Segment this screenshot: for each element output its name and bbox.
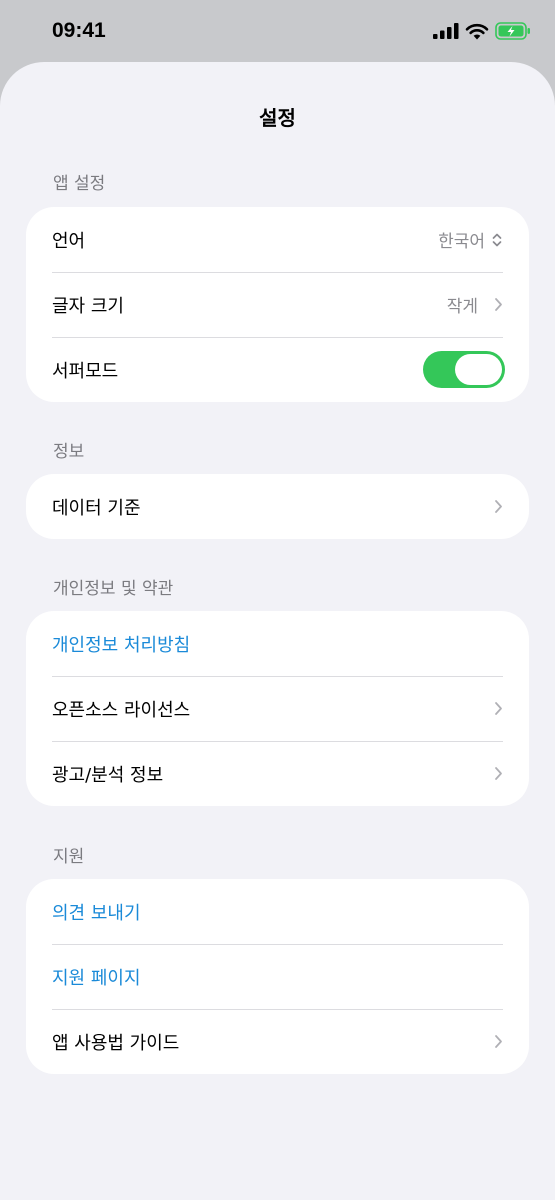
chevron-right-icon xyxy=(494,297,503,312)
app-settings-group: 언어 한국어 글자 크기 작게 서퍼모드 xyxy=(26,207,529,402)
info-group: 데이터 기준 xyxy=(26,474,529,539)
section-header-app-settings: 앱 설정 xyxy=(53,174,106,194)
support-page-row[interactable]: 지원 페이지 xyxy=(26,944,529,1009)
chevron-right-icon xyxy=(494,701,503,716)
status-time: 09:41 xyxy=(52,19,106,42)
surfer-mode-row: 서퍼모드 xyxy=(26,337,529,402)
chevron-up-down-icon xyxy=(491,232,503,248)
section-header-info: 정보 xyxy=(53,442,85,462)
data-source-label: 데이터 기준 xyxy=(52,497,141,519)
surfer-mode-label: 서퍼모드 xyxy=(52,360,119,382)
open-source-label: 오픈소스 라이선스 xyxy=(52,699,191,721)
chevron-right-icon xyxy=(494,499,503,514)
send-feedback-row[interactable]: 의견 보내기 xyxy=(26,879,529,944)
section-header-privacy: 개인정보 및 약관 xyxy=(53,579,174,599)
user-guide-label: 앱 사용법 가이드 xyxy=(52,1032,180,1054)
data-source-row[interactable]: 데이터 기준 xyxy=(26,474,529,539)
wifi-icon xyxy=(465,23,489,39)
privacy-policy-link[interactable]: 개인정보 처리방침 xyxy=(52,631,503,657)
privacy-policy-row[interactable]: 개인정보 처리방침 xyxy=(26,611,529,676)
language-row[interactable]: 언어 한국어 xyxy=(26,207,529,272)
page-title: 설정 xyxy=(259,106,296,130)
language-label: 언어 xyxy=(52,230,86,252)
open-source-row[interactable]: 오픈소스 라이선스 xyxy=(26,676,529,741)
font-size-value: 작게 xyxy=(446,297,478,317)
section-header-support: 지원 xyxy=(53,847,85,867)
support-group: 의견 보내기 지원 페이지 앱 사용법 가이드 xyxy=(26,879,529,1074)
privacy-group: 개인정보 처리방침 오픈소스 라이선스 광고/분석 정보 xyxy=(26,611,529,806)
font-size-row[interactable]: 글자 크기 작게 xyxy=(26,272,529,337)
chevron-right-icon xyxy=(494,1034,503,1049)
ads-analytics-row[interactable]: 광고/분석 정보 xyxy=(26,741,529,806)
cellular-signal-icon xyxy=(433,23,459,39)
battery-charging-icon xyxy=(495,22,530,40)
ads-analytics-label: 광고/분석 정보 xyxy=(52,764,164,786)
chevron-right-icon xyxy=(494,766,503,781)
toggle-knob xyxy=(455,354,502,385)
settings-sheet: 설정 앱 설정 언어 한국어 글자 크기 작게 서퍼모드 정보 데이터 기준 개… xyxy=(0,62,555,1200)
user-guide-row[interactable]: 앱 사용법 가이드 xyxy=(26,1009,529,1074)
font-size-label: 글자 크기 xyxy=(52,295,124,317)
support-page-link[interactable]: 지원 페이지 xyxy=(52,964,503,990)
language-value: 한국어 xyxy=(438,232,485,252)
surfer-mode-toggle[interactable] xyxy=(423,351,505,388)
status-icons xyxy=(433,22,531,40)
send-feedback-link[interactable]: 의견 보내기 xyxy=(52,899,503,925)
status-bar: 09:41 xyxy=(0,0,555,62)
